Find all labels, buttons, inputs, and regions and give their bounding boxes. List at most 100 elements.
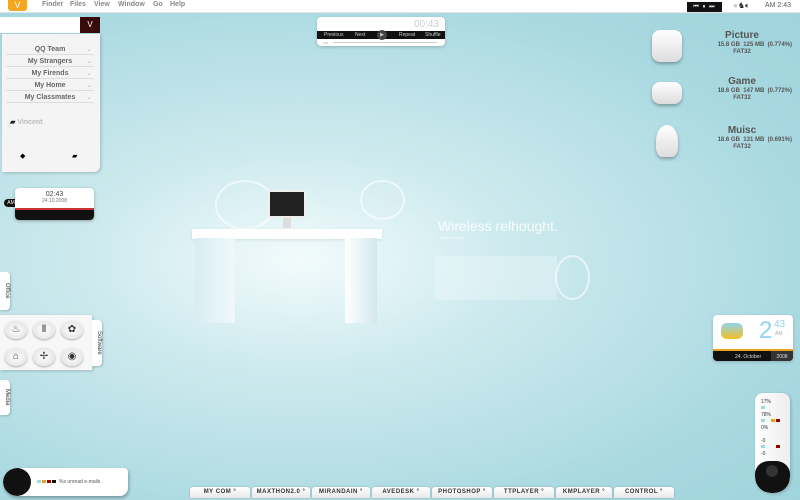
desk-leg	[345, 238, 377, 323]
chat-icon[interactable]: ▰	[72, 152, 77, 160]
weather-clock-widget: 2 43 AM 24. October 2008	[713, 315, 793, 361]
menu-go[interactable]: Go	[153, 1, 163, 8]
menu-window[interactable]: Window	[118, 1, 145, 8]
group-label: My Classmates	[24, 94, 76, 101]
drive-icon	[656, 125, 678, 157]
volume-icon[interactable]: 🔈︎	[745, 1, 750, 10]
menu-view[interactable]: View	[94, 1, 110, 8]
menu-files[interactable]: Files	[70, 1, 86, 8]
drive-name: Muisc	[727, 125, 757, 136]
meter-dot	[761, 419, 765, 422]
chevron-down-icon: ⌄	[86, 94, 92, 101]
group-label: My Strangers	[27, 58, 73, 65]
clock-time: 02:43	[45, 191, 64, 198]
music-player: 00:43 Previous Next ▶ Repeat Shuffle vol	[317, 17, 445, 46]
email-count: %s unread e-mails	[59, 479, 101, 485]
qq-search[interactable]	[0, 17, 80, 33]
qq-group[interactable]: QQ Team ⌄	[6, 44, 94, 55]
clock-bar	[15, 208, 94, 220]
qq-group[interactable]: My Firends ⌄	[6, 68, 94, 79]
weather-icon	[721, 323, 743, 339]
group-label: QQ Team	[34, 46, 66, 53]
taskbar-item[interactable]: PHOTOSHOP °	[432, 487, 492, 498]
taskbar: MY COM ° MAXTHON2.0 ° MIRANDAIN ° AVEDES…	[190, 487, 680, 500]
contact-name: Vincent	[17, 119, 43, 126]
wallpaper-swirl	[360, 180, 405, 220]
qq-group-list: QQ Team ⌄ My Strangers ⌄ My Firends ⌄ My Ho…	[2, 34, 100, 172]
home-icon[interactable]: ⌂	[5, 348, 27, 366]
taskbar-item[interactable]: MAXTHON2.0 °	[252, 487, 310, 498]
software-panel: ♨ Ⅱ ✿ ⌂ ✢ ◉	[0, 315, 92, 370]
flame-icon[interactable]: ♨	[5, 321, 27, 339]
meter-base	[755, 461, 790, 493]
menu-finder[interactable]: Finder	[42, 1, 63, 8]
meter-value: 17%	[761, 399, 772, 405]
previous-button[interactable]: Previous	[324, 31, 343, 39]
tab-media[interactable]: Media	[0, 380, 10, 415]
drive-picture[interactable]: Picture 15.8 GB 125 MB (0.774%) FAT32	[652, 30, 792, 74]
group-label: My Home	[34, 82, 66, 89]
desk-leg	[195, 238, 235, 323]
contact-vincent[interactable]: ▰ Vincent	[10, 118, 42, 126]
drive-fs: FAT32	[733, 95, 751, 101]
qq-group[interactable]: My Strangers ⌄	[6, 56, 94, 67]
cat-icon[interactable]: ♞	[738, 1, 745, 10]
qq-panel: V QQ Team ⌄ My Strangers ⌄ My Firends ⌄ My …	[0, 17, 100, 172]
weather-ampm: AM	[775, 331, 783, 337]
drive-game[interactable]: Game 18.6 GB 147 MB (0.772%) FAT32	[652, 76, 792, 120]
repeat-button[interactable]: Repeat	[399, 31, 415, 39]
email-dot	[52, 480, 56, 483]
drive-music[interactable]: Muisc 18.6 GB 131 MB (0.691%) FAT32	[652, 125, 792, 169]
tab-office[interactable]: Office	[0, 272, 10, 310]
clock-date: 24.10.2008	[41, 198, 68, 204]
taskbar-item[interactable]: TTPLAYER °	[494, 487, 554, 498]
menu-help[interactable]: Help	[170, 1, 185, 8]
menubar: V Finder Files View Window Go Help ⏮ ⏸ ⏭…	[0, 0, 800, 13]
meter-value: 0%	[761, 425, 769, 431]
weather-year: 2008	[771, 351, 793, 361]
tab-software[interactable]: Software	[92, 320, 102, 366]
next-button[interactable]: Next	[355, 31, 365, 39]
qq-group[interactable]: My Home ⌄	[6, 80, 94, 91]
meter-dot	[771, 419, 775, 422]
shuffle-button[interactable]: Shuffle	[425, 31, 440, 39]
paw-icon[interactable]: ✿	[61, 321, 83, 339]
chevron-down-icon: ⌄	[86, 46, 92, 53]
menubar-clock[interactable]: AM 2:43	[765, 2, 791, 9]
taskbar-item[interactable]: MIRANDAIN °	[312, 487, 370, 498]
wallpaper-tagline: Wireless relhought.	[438, 218, 558, 234]
settings-icon[interactable]: ◆	[20, 152, 25, 160]
qq-toggle-button[interactable]: V	[80, 17, 100, 33]
wallpaper-subtag: Desk Nutrition	[440, 235, 466, 240]
wallpaper-swirl	[215, 180, 275, 230]
app-logo[interactable]: V	[8, 0, 27, 11]
meter-dot	[776, 445, 780, 448]
wallpaper-panel	[435, 256, 557, 300]
player-time: 00:43	[413, 19, 439, 30]
meter-value: -0	[761, 438, 766, 444]
qq-group[interactable]: My Classmates ⌄	[6, 92, 94, 103]
media-controls[interactable]: ⏮ ⏸ ⏭	[687, 2, 722, 12]
column-icon[interactable]: Ⅱ	[33, 321, 55, 339]
chevron-down-icon: ⌄	[86, 82, 92, 89]
fan-icon[interactable]: ✢	[33, 348, 55, 366]
meter-dot	[776, 419, 780, 422]
eye-icon[interactable]: ◉	[61, 348, 83, 366]
drive-name: Picture	[725, 30, 759, 41]
taskbar-item[interactable]: CONTROL °	[614, 487, 674, 498]
chevron-down-icon: ⌄	[86, 70, 92, 77]
weather-hour: 2	[759, 317, 773, 344]
taskbar-item[interactable]: AVEDESK °	[372, 487, 430, 498]
meter-value: -0	[761, 451, 766, 457]
volume-slider[interactable]	[333, 42, 437, 43]
drive-fs: FAT32	[733, 49, 751, 55]
weather-date: 24. October	[735, 354, 762, 360]
drive-info: 18.6 GB 131 MB (0.691%)	[717, 137, 792, 143]
meter-value: 78%	[761, 412, 772, 418]
email-widget[interactable]: %s unread e-mails	[3, 468, 128, 496]
meter-button[interactable]	[766, 465, 778, 477]
taskbar-item[interactable]: KMPLAYER °	[556, 487, 612, 498]
email-dot	[47, 480, 51, 483]
play-icon[interactable]: ▶	[377, 30, 387, 40]
taskbar-item[interactable]: MY COM °	[190, 487, 250, 498]
